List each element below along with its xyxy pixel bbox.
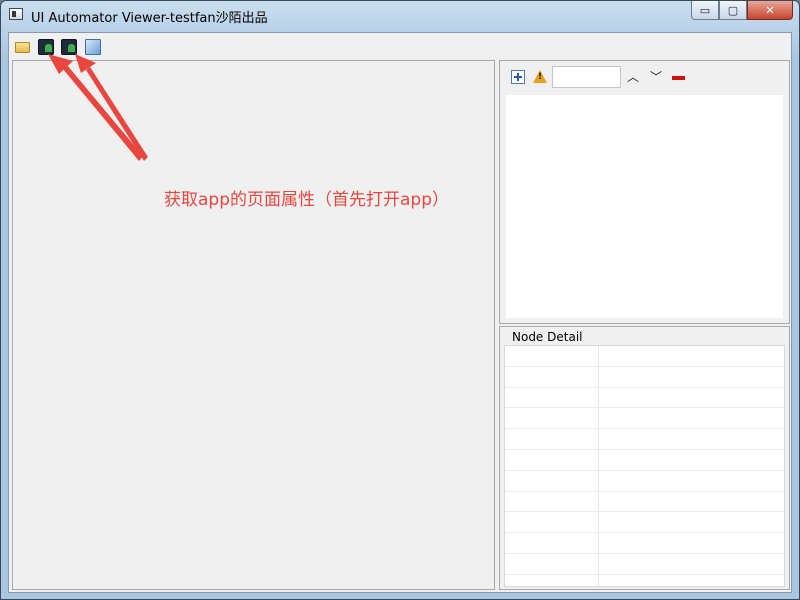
device-screenshot-compressed-icon[interactable] <box>61 39 77 55</box>
hierarchy-tree[interactable] <box>506 95 783 318</box>
table-row[interactable] <box>505 346 784 367</box>
property-key-cell <box>505 512 599 533</box>
maximize-button[interactable]: ▢ <box>719 1 747 20</box>
hierarchy-pane: ! ︿ ﹀ <box>499 60 790 324</box>
screenshot-pane[interactable] <box>12 60 495 590</box>
search-input[interactable] <box>552 66 621 88</box>
property-key-cell <box>505 574 599 586</box>
property-key-cell <box>505 366 599 387</box>
window-title: UI Automator Viewer-testfan沙陌出品 <box>31 11 268 26</box>
property-key-cell <box>505 429 599 449</box>
node-detail-table[interactable] <box>504 345 785 587</box>
table-row[interactable] <box>505 574 784 586</box>
chevron-up-icon[interactable]: ︿ <box>626 70 640 84</box>
close-icon: ✕ <box>765 3 775 17</box>
table-row[interactable] <box>505 387 784 409</box>
property-key-cell <box>505 470 599 491</box>
table-row[interactable] <box>505 533 784 554</box>
expand-all-icon[interactable] <box>511 70 525 84</box>
device-screenshot-icon[interactable] <box>38 39 54 55</box>
maximize-icon: ▢ <box>727 3 739 17</box>
node-detail-label: Node Detail <box>510 330 585 344</box>
save-icon[interactable] <box>85 39 101 55</box>
property-key-cell <box>505 346 599 366</box>
annotation-text: 获取app的页面属性（首先打开app） <box>164 190 449 210</box>
main-toolbar <box>9 33 791 59</box>
hierarchy-toolbar: ! ︿ ﹀ <box>500 61 789 91</box>
minimize-button[interactable]: ▭ <box>691 1 719 20</box>
warning-glyph: ! <box>538 72 543 82</box>
table-row[interactable] <box>505 470 784 492</box>
table-row[interactable] <box>505 449 784 471</box>
minimize-icon: ▭ <box>699 3 711 17</box>
chevron-down-icon[interactable]: ﹀ <box>649 70 663 84</box>
app-window: UI Automator Viewer-testfan沙陌出品 ▭ ▢ ✕ ! … <box>0 0 800 600</box>
warning-icon[interactable]: ! <box>533 70 547 83</box>
property-key-cell <box>505 533 599 553</box>
property-key-cell <box>505 449 599 470</box>
property-key-cell <box>505 387 599 408</box>
table-row[interactable] <box>505 491 784 513</box>
property-key-cell <box>505 553 599 574</box>
property-key-cell <box>505 408 599 429</box>
table-row[interactable] <box>505 366 784 388</box>
client-area: ! ︿ ﹀ Node Detail <box>8 32 792 593</box>
table-row[interactable] <box>505 512 784 534</box>
folder-open-icon[interactable] <box>15 39 31 55</box>
window-controls: ▭ ▢ ✕ <box>691 1 793 21</box>
app-icon <box>9 8 23 20</box>
table-row[interactable] <box>505 553 784 575</box>
title-bar[interactable]: UI Automator Viewer-testfan沙陌出品 ▭ ▢ ✕ <box>1 1 799 31</box>
table-row[interactable] <box>505 408 784 430</box>
close-button[interactable]: ✕ <box>747 1 793 20</box>
clear-icon[interactable] <box>672 76 685 80</box>
node-detail-pane: Node Detail <box>499 326 790 590</box>
property-key-cell <box>505 491 599 512</box>
table-row[interactable] <box>505 429 784 450</box>
